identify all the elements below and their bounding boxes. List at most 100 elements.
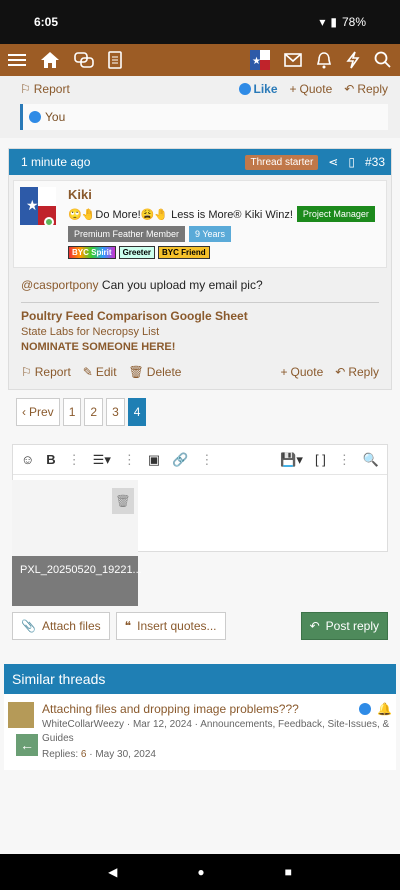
- previous-post-footer: ⚐ Report Like + Quote ↶ Reply You: [0, 76, 400, 138]
- signature-link-nominate[interactable]: NOMINATE SOMEONE HERE!: [21, 341, 379, 353]
- svg-text:★: ★: [252, 56, 261, 67]
- avatar[interactable]: ★: [20, 187, 56, 225]
- username[interactable]: Kiki: [68, 187, 375, 202]
- chevron-left-icon: ‹: [22, 405, 26, 419]
- quote-link[interactable]: + Quote: [290, 82, 333, 96]
- edit-button[interactable]: ✎ Edit: [83, 365, 117, 379]
- thread-meta: WhiteCollarWeezy · Mar 12, 2024 · Announ…: [42, 719, 390, 744]
- status-time: 6:05: [34, 15, 59, 29]
- online-indicator: [44, 217, 54, 225]
- smiley-icon[interactable]: ☺: [21, 452, 34, 467]
- reply-icon: ↶: [344, 82, 355, 96]
- more-options-icon[interactable]: ⋮: [338, 452, 351, 468]
- bell-icon[interactable]: [316, 51, 332, 69]
- mail-icon[interactable]: [284, 53, 302, 67]
- badge-premium-member: Premium Feather Member: [68, 226, 186, 242]
- menu-icon[interactable]: [8, 52, 26, 68]
- like-reaction-icon: [29, 111, 41, 123]
- badge-greeter: Greeter: [118, 246, 156, 259]
- post-message: @casportpony Can you upload my email pic…: [9, 268, 391, 292]
- message-text: Can you upload my email pic?: [98, 278, 263, 292]
- quote-button[interactable]: + Quote: [281, 365, 324, 379]
- home-icon[interactable]: [40, 51, 60, 69]
- page-1[interactable]: 1: [62, 398, 82, 426]
- user-title: 🙄🤚Do More!😩🤚 Less is More® Kiki Winz!: [68, 208, 293, 221]
- link-icon[interactable]: 🔗: [172, 452, 188, 468]
- paperclip-icon: 📎: [21, 619, 36, 633]
- post-number[interactable]: #33: [365, 155, 385, 169]
- thread-title[interactable]: Attaching files and dropping image probl…: [42, 702, 392, 716]
- bookmark-icon[interactable]: ▯: [348, 155, 355, 169]
- plus-icon: +: [289, 82, 297, 96]
- reply-icon: ↶: [309, 619, 320, 633]
- list-icon[interactable]: ☰▾: [93, 452, 111, 468]
- delete-button[interactable]: 🗑 Delete: [129, 365, 182, 379]
- post-33: 1 minute ago Thread starter ⋖ ▯ #33 ★ Ki…: [8, 148, 392, 390]
- top-nav: ★: [0, 44, 400, 76]
- thumbs-up-icon: [238, 83, 251, 95]
- search-icon[interactable]: [374, 51, 392, 69]
- home-nav-icon[interactable]: ●: [197, 865, 204, 879]
- like-button[interactable]: Like: [238, 82, 278, 96]
- like-icon: [359, 703, 372, 715]
- pencil-icon: ✎: [82, 365, 93, 379]
- badge-years: 9 Years: [189, 226, 232, 242]
- thread-author-avatar[interactable]: [8, 702, 34, 728]
- page-4[interactable]: 4: [127, 398, 147, 426]
- attach-files-button[interactable]: 📎 Attach files: [12, 612, 110, 640]
- badge-byc-friend: BYC Friend: [158, 246, 210, 259]
- prev-page-button[interactable]: ‹ Prev: [16, 398, 60, 426]
- lightning-icon[interactable]: [346, 51, 360, 69]
- similar-thread-item[interactable]: Attaching files and dropping image probl…: [4, 694, 396, 770]
- similar-threads-heading: Similar threads: [4, 664, 396, 694]
- similar-threads: Similar threads Attaching files and drop…: [4, 664, 396, 770]
- share-icon[interactable]: ⋖: [328, 155, 338, 169]
- reply-button[interactable]: ↶ Reply: [335, 365, 379, 379]
- more-list-icon[interactable]: ⋮: [123, 452, 136, 468]
- chat-icon[interactable]: [74, 51, 94, 69]
- thread-author[interactable]: WhiteCollarWeezy: [42, 719, 124, 730]
- document-icon[interactable]: [108, 51, 122, 69]
- user-avatar-icon[interactable]: ★: [250, 50, 270, 70]
- insert-quotes-button[interactable]: ❝ Insert quotes...: [115, 612, 226, 640]
- mention-link[interactable]: @casportpony: [21, 278, 99, 292]
- bold-icon[interactable]: B: [46, 452, 55, 467]
- page-3[interactable]: 3: [106, 398, 125, 426]
- post-reply-button[interactable]: ↶ Post reply: [300, 612, 388, 640]
- reply-link[interactable]: ↶ Reply: [344, 82, 388, 96]
- report-link[interactable]: ⚐ Report: [20, 82, 70, 96]
- signature-link-feed[interactable]: Poultry Feed Comparison Google Sheet: [21, 309, 379, 323]
- flag-icon: ⚐: [20, 82, 31, 96]
- quote-icon: ❝: [124, 619, 132, 633]
- code-icon[interactable]: [ ]: [315, 452, 326, 467]
- page-2[interactable]: 2: [84, 398, 104, 426]
- image-icon[interactable]: ▣: [148, 452, 160, 468]
- reaction-bar[interactable]: You: [20, 104, 388, 130]
- pagination: ‹ Prev 1 2 3 4: [16, 398, 400, 426]
- preview-icon[interactable]: 🔍: [363, 452, 379, 468]
- more-insert-icon[interactable]: ⋮: [200, 452, 213, 468]
- bell-icon[interactable]: 🔔: [377, 702, 392, 716]
- trash-icon: 🗑: [128, 365, 144, 379]
- back-nav-icon[interactable]: ◀: [108, 865, 117, 879]
- wifi-icon: ▾: [319, 15, 326, 29]
- badge-project-manager: Project Manager: [296, 206, 375, 222]
- post-time[interactable]: 1 minute ago: [21, 155, 90, 169]
- post-actions: ⚐ Report ✎ Edit 🗑 Delete + Quote ↶ Reply: [9, 353, 391, 389]
- back-arrow-icon[interactable]: ←: [16, 734, 38, 756]
- recents-nav-icon[interactable]: ■: [285, 865, 292, 879]
- more-text-icon[interactable]: ⋮: [68, 452, 81, 468]
- report-button[interactable]: ⚐ Report: [21, 365, 71, 379]
- post-header: 1 minute ago Thread starter ⋖ ▯ #33: [9, 149, 391, 175]
- thread-starter-badge: Thread starter: [245, 154, 319, 170]
- save-draft-icon[interactable]: 💾▾: [280, 452, 303, 468]
- battery-icon: ▮: [330, 15, 337, 29]
- reaction-user: You: [45, 110, 66, 124]
- trash-icon[interactable]: 🗑: [112, 488, 134, 514]
- editor-toolbar: ☺ B ⋮ ☰▾ ⋮ ▣ 🔗 ⋮ 💾▾ [ ] ⋮ 🔍: [13, 445, 387, 475]
- editor-buttons: 📎 Attach files ❝ Insert quotes... ↶ Post re…: [12, 612, 388, 640]
- battery-level: 78%: [341, 15, 366, 29]
- attachment-thumbnail[interactable]: 🗑 PXL_20250520_19221...: [12, 480, 142, 606]
- reply-icon: ↶: [335, 365, 346, 379]
- signature-link-labs[interactable]: State Labs for Necropsy List: [21, 326, 379, 338]
